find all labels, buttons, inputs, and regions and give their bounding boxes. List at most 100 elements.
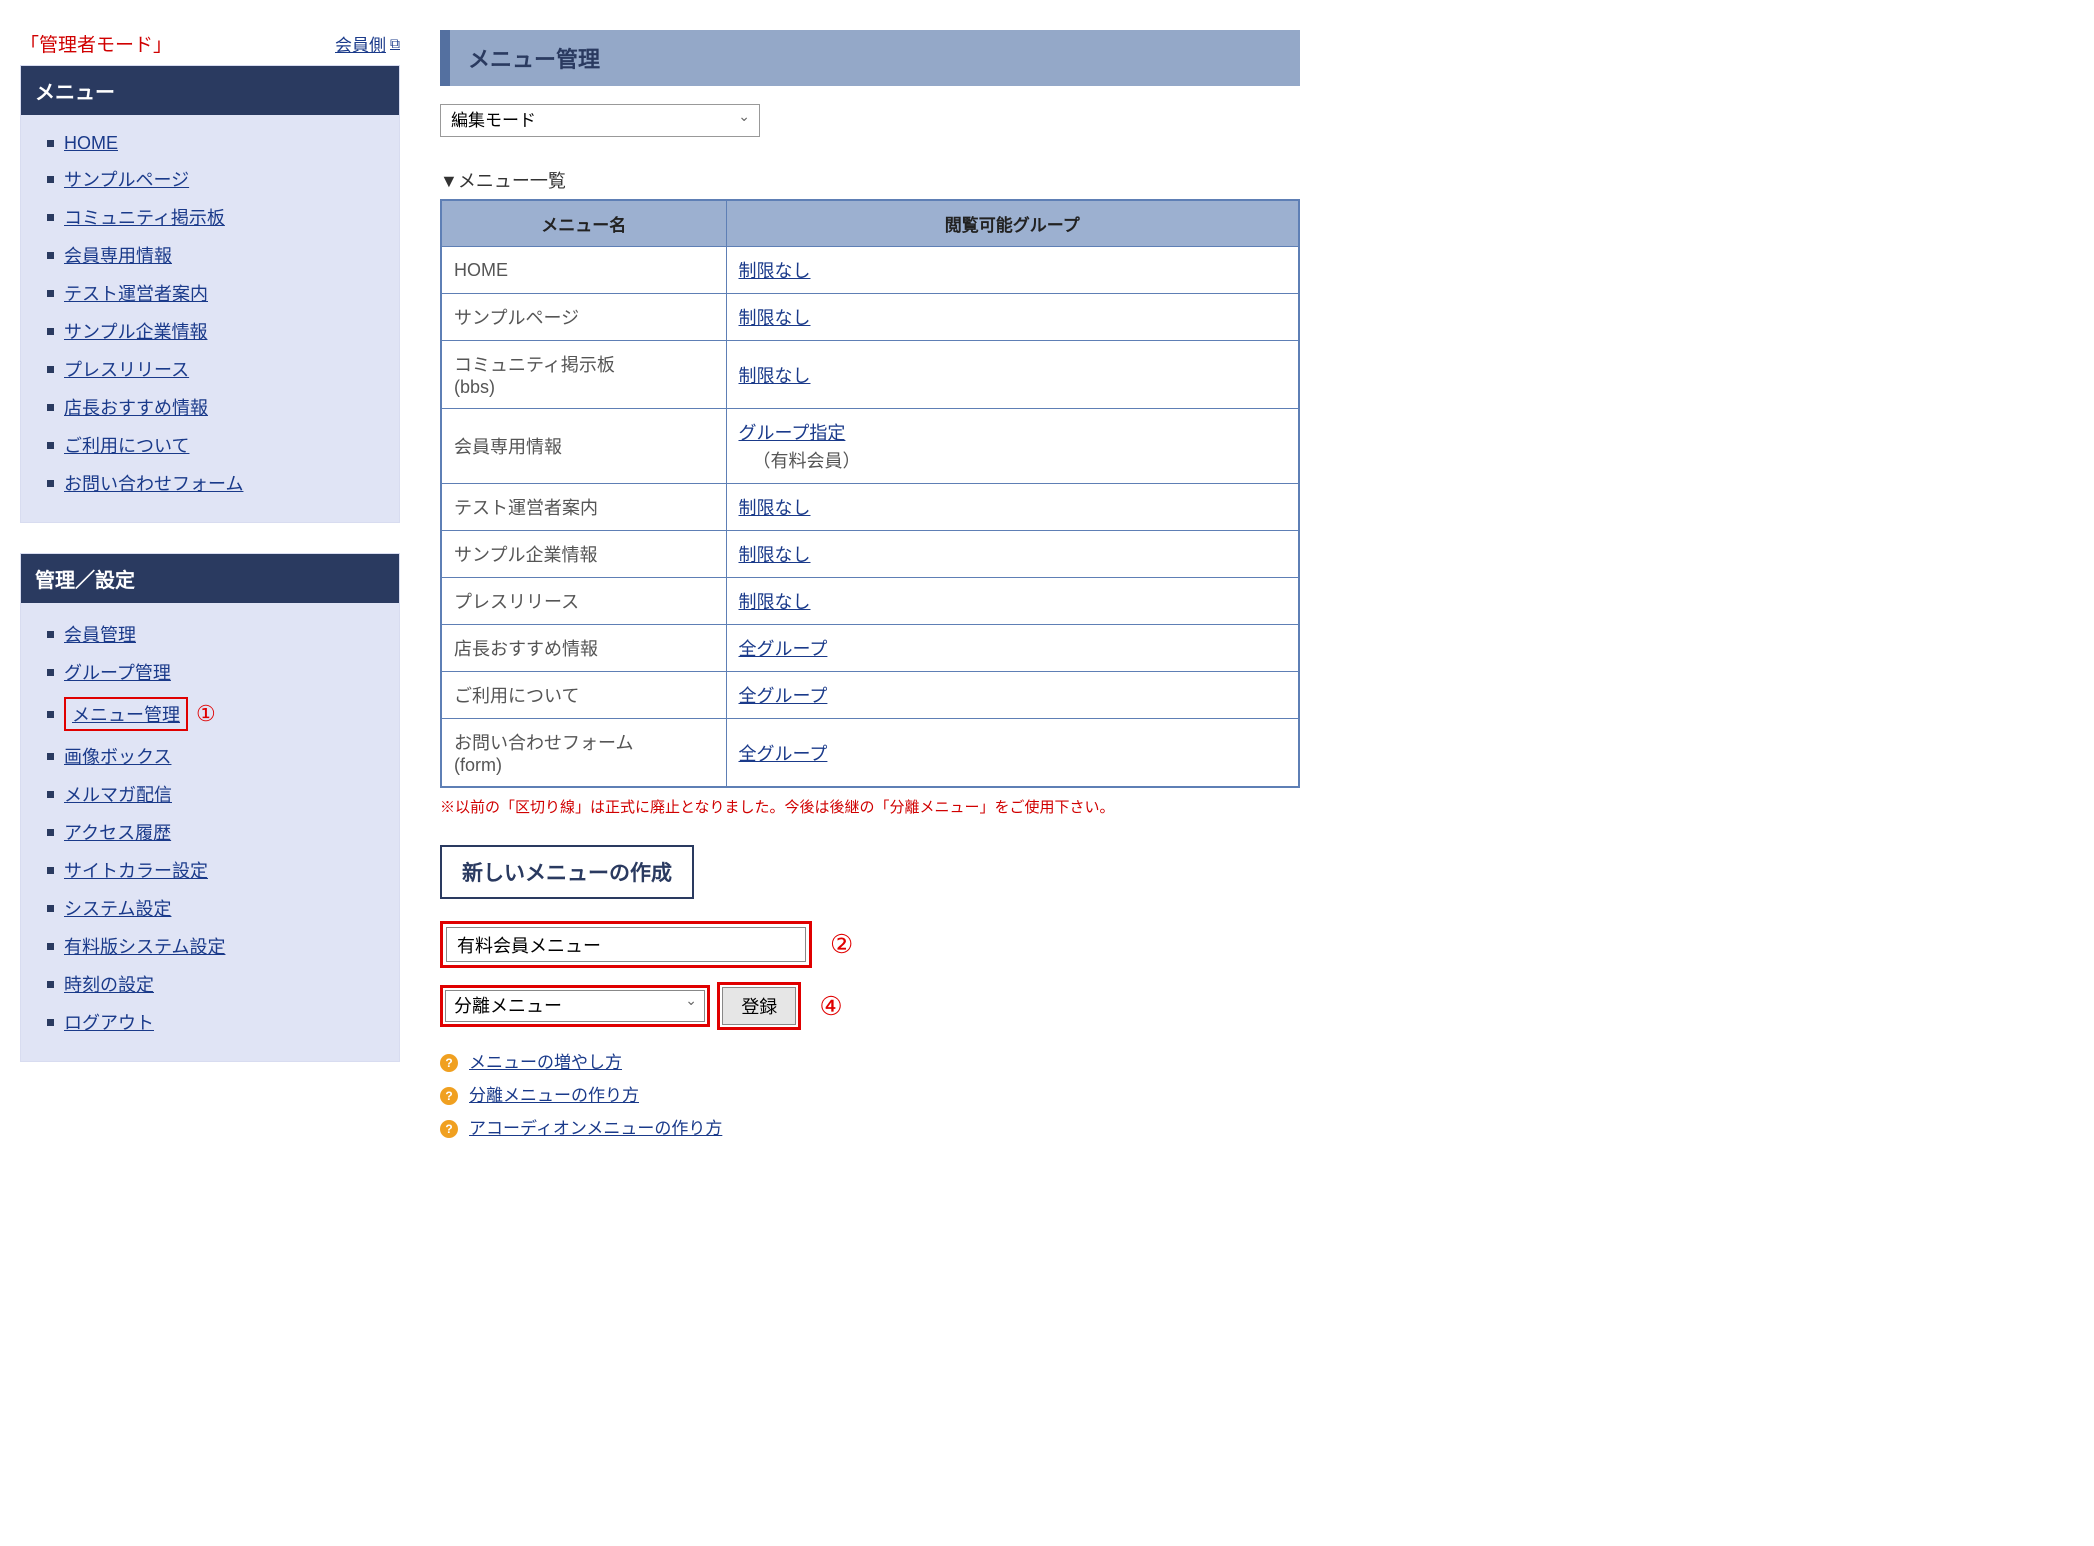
sidebar-admin-link[interactable]: 有料版システム設定 bbox=[64, 933, 225, 959]
group-link[interactable]: 制限なし bbox=[739, 308, 811, 328]
bullet-icon bbox=[47, 252, 54, 259]
group-link[interactable]: 制限なし bbox=[739, 261, 811, 281]
sidebar-admin-item: メルマガ配信 bbox=[47, 775, 379, 813]
bullet-icon bbox=[47, 669, 54, 676]
menu-name-cell: サンプル企業情報 bbox=[441, 531, 726, 578]
menu-name-cell: お問い合わせフォーム(form) bbox=[441, 719, 726, 788]
sidebar-admin-item: 時刻の設定 bbox=[47, 965, 379, 1003]
group-link[interactable]: 制限なし bbox=[739, 592, 811, 612]
sidebar-admin-item: 有料版システム設定 bbox=[47, 927, 379, 965]
group-link[interactable]: グループ指定 bbox=[739, 423, 846, 443]
sidebar-admin-link[interactable]: ログアウト bbox=[64, 1009, 154, 1035]
table-row: サンプル企業情報制限なし bbox=[441, 531, 1299, 578]
sidebar-menu-item: お問い合わせフォーム bbox=[47, 464, 379, 502]
group-link[interactable]: 制限なし bbox=[739, 366, 811, 386]
table-row: お問い合わせフォーム(form) 全グループ bbox=[441, 719, 1299, 788]
admin-mode-label: 「管理者モード」 bbox=[20, 30, 172, 57]
bullet-icon bbox=[47, 328, 54, 335]
sidebar-admin-item: 会員管理 bbox=[47, 615, 379, 653]
sidebar-menu-link[interactable]: 店長おすすめ情報 bbox=[64, 394, 208, 420]
bullet-icon bbox=[47, 140, 54, 147]
menu-group-cell: 制限なし bbox=[726, 247, 1299, 294]
deprecation-notice: ※以前の「区切り線」は正式に廃止となりました。今後は後継の「分離メニュー」をご使… bbox=[440, 796, 1300, 817]
sidebar-admin-link[interactable]: グループ管理 bbox=[64, 659, 171, 685]
table-row: テスト運営者案内制限なし bbox=[441, 484, 1299, 531]
bullet-icon bbox=[47, 711, 54, 718]
sidebar-menu-link[interactable]: ご利用について bbox=[64, 432, 189, 458]
sidebar-menu-item: 店長おすすめ情報 bbox=[47, 388, 379, 426]
sidebar-menu-link[interactable]: サンプル企業情報 bbox=[64, 318, 207, 344]
sidebar-admin-link[interactable]: サイトカラー設定 bbox=[64, 857, 208, 883]
bullet-icon bbox=[47, 1019, 54, 1026]
sidebar-admin-item: サイトカラー設定 bbox=[47, 851, 379, 889]
bullet-icon bbox=[47, 480, 54, 487]
bullet-icon bbox=[47, 214, 54, 221]
new-menu-name-input[interactable] bbox=[446, 927, 806, 962]
menu-group-cell: 制限なし bbox=[726, 341, 1299, 409]
bullet-icon bbox=[47, 753, 54, 760]
menu-name-sub: (form) bbox=[454, 755, 502, 775]
help-icon: ? bbox=[440, 1087, 458, 1105]
menu-name-cell: プレスリリース bbox=[441, 578, 726, 625]
bullet-icon bbox=[47, 943, 54, 950]
sidebar-admin-link[interactable]: システム設定 bbox=[64, 895, 171, 921]
annotation-4: ④ bbox=[819, 991, 842, 1022]
sidebar-admin-link[interactable]: 画像ボックス bbox=[64, 743, 171, 769]
group-link[interactable]: 全グループ bbox=[739, 744, 828, 764]
group-link[interactable]: 全グループ bbox=[739, 686, 828, 706]
sidebar-admin-item: システム設定 bbox=[47, 889, 379, 927]
sidebar-menu-link[interactable]: お問い合わせフォーム bbox=[64, 470, 243, 496]
sidebar-menu-link[interactable]: 会員専用情報 bbox=[64, 242, 172, 268]
sidebar-admin-panel: 管理／設定 会員管理グループ管理メニュー管理 ① 画像ボックスメルマガ配信アクセス履… bbox=[20, 553, 400, 1062]
help-link-accordion-menu[interactable]: アコーディオンメニューの作り方 bbox=[469, 1119, 722, 1138]
sidebar-menu-link[interactable]: HOME bbox=[64, 133, 118, 154]
create-menu-title: 新しいメニューの作成 bbox=[440, 845, 694, 899]
page-title: メニュー管理 bbox=[440, 30, 1300, 86]
sidebar-admin-link[interactable]: アクセス履歴 bbox=[64, 819, 171, 845]
bullet-icon bbox=[47, 176, 54, 183]
group-link[interactable]: 全グループ bbox=[739, 639, 828, 659]
menu-name-cell: 会員専用情報 bbox=[441, 409, 726, 484]
sidebar-menu-item: サンプル企業情報 bbox=[47, 312, 379, 350]
sidebar-menu-link[interactable]: テスト運営者案内 bbox=[64, 280, 208, 306]
sidebar-menu-panel: メニュー HOMEサンプルページコミュニティ掲示板会員専用情報テスト運営者案内サ… bbox=[20, 65, 400, 523]
table-row: 店長おすすめ情報全グループ bbox=[441, 625, 1299, 672]
menu-name-cell: コミュニティ掲示板(bbs) bbox=[441, 341, 726, 409]
mode-select[interactable]: 編集モード bbox=[440, 104, 760, 137]
register-button[interactable]: 登録 bbox=[722, 987, 796, 1025]
menu-name-cell: テスト運営者案内 bbox=[441, 484, 726, 531]
annotation-1: ① bbox=[196, 701, 216, 727]
menu-list-label: ▼メニュー一覧 bbox=[440, 167, 1300, 193]
table-row: サンプルページ制限なし bbox=[441, 294, 1299, 341]
sidebar-menu-item: HOME bbox=[47, 127, 379, 160]
group-link[interactable]: 制限なし bbox=[739, 545, 811, 565]
external-link-icon: ⧉ bbox=[390, 35, 400, 52]
menu-group-cell: 全グループ bbox=[726, 719, 1299, 788]
new-menu-type-select[interactable]: 分離メニュー bbox=[445, 990, 705, 1022]
group-link[interactable]: 制限なし bbox=[739, 498, 811, 518]
help-icon: ? bbox=[440, 1120, 458, 1138]
member-side-label: 会員側 bbox=[335, 31, 386, 56]
member-side-link[interactable]: 会員側 ⧉ bbox=[335, 31, 400, 56]
help-icon: ? bbox=[440, 1054, 458, 1072]
help-link-add-menu[interactable]: メニューの増やし方 bbox=[469, 1053, 622, 1072]
menu-name-cell: HOME bbox=[441, 247, 726, 294]
sidebar-admin-link[interactable]: メニュー管理 bbox=[72, 705, 180, 725]
menu-name-header: メニュー名 bbox=[441, 200, 726, 247]
sidebar-admin-link[interactable]: 会員管理 bbox=[64, 621, 136, 647]
help-link-separator-menu[interactable]: 分離メニューの作り方 bbox=[469, 1086, 639, 1105]
sidebar-menu-link[interactable]: プレスリリース bbox=[64, 356, 189, 382]
menu-group-cell: 制限なし bbox=[726, 484, 1299, 531]
bullet-icon bbox=[47, 404, 54, 411]
sidebar-menu-link[interactable]: コミュニティ掲示板 bbox=[64, 204, 225, 230]
sidebar-menu-link[interactable]: サンプルページ bbox=[64, 166, 189, 192]
sidebar-admin-link[interactable]: 時刻の設定 bbox=[64, 971, 154, 997]
sidebar-menu-item: テスト運営者案内 bbox=[47, 274, 379, 312]
group-sub-note: （有料会員） bbox=[753, 447, 861, 473]
menu-name-cell: サンプルページ bbox=[441, 294, 726, 341]
sidebar-admin-header: 管理／設定 bbox=[21, 554, 399, 603]
sidebar-admin-link[interactable]: メルマガ配信 bbox=[64, 781, 172, 807]
menu-group-cell: 全グループ bbox=[726, 625, 1299, 672]
sidebar-menu-item: プレスリリース bbox=[47, 350, 379, 388]
sidebar-admin-item: ログアウト bbox=[47, 1003, 379, 1041]
